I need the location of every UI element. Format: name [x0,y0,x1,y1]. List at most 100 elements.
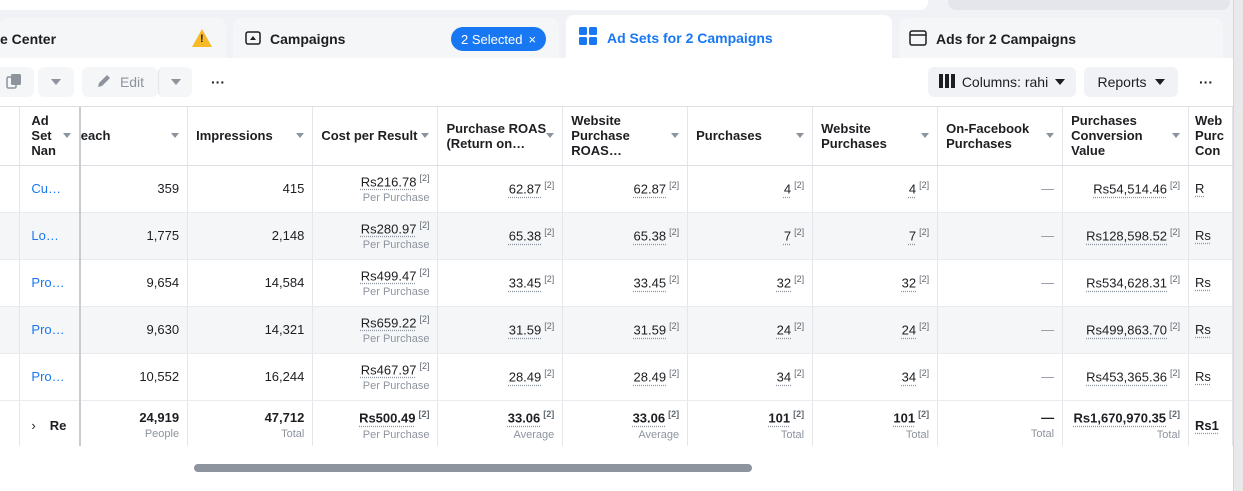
edit-dropdown-button[interactable] [158,67,192,97]
table-row[interactable]: Cu… 359 415 Rs216.78 [2] Per Purchase 62.87 [2]… [0,165,1233,213]
cell-value[interactable]: Rs [1195,228,1211,243]
sort-icon[interactable] [546,133,555,138]
footnote-marker[interactable]: [2] [794,227,804,237]
cell-value[interactable]: Rs534,628.31 [1086,276,1167,291]
cell-value[interactable]: 4 [784,182,791,197]
footnote-marker[interactable]: [2] [669,180,679,190]
footnote-marker[interactable]: [2] [543,409,554,419]
footnote-marker[interactable]: [2] [419,267,429,277]
column-header-website-conversion[interactable]: Web Purc Con [1188,107,1233,166]
cell-value[interactable]: 4 [909,182,916,197]
warning-icon[interactable]: ! [192,29,212,47]
chevron-right-icon[interactable]: › [31,418,35,433]
footnote-marker[interactable]: [2] [669,321,679,331]
row-select-cell[interactable] [0,212,21,260]
sort-icon[interactable] [921,133,930,138]
cell-value[interactable]: R [1195,181,1204,196]
cell-value[interactable]: Rs128,598.52 [1086,229,1167,244]
footnote-marker[interactable]: [2] [544,368,554,378]
footnote-marker[interactable]: [2] [669,227,679,237]
cell-value[interactable]: Rs [1195,275,1211,290]
cell-value[interactable]: 34 [777,370,791,385]
footnote-marker[interactable]: [2] [918,409,929,419]
column-header-purchases[interactable]: Purchases [687,107,814,166]
cell-value[interactable]: 28.49 [634,370,667,385]
footnote-marker[interactable]: [2] [419,220,429,230]
cell-value[interactable]: 32 [777,276,791,291]
horizontal-scrollbar[interactable] [194,464,752,472]
sort-icon[interactable] [62,133,71,138]
footnote-marker[interactable]: [2] [544,321,554,331]
cell-value[interactable]: Rs54,514.46 [1093,182,1167,197]
table-row[interactable]: Pro… 9,654 14,584 Rs499.47 [2] Per Purchase 33… [0,259,1233,307]
row-select-cell[interactable] [0,306,21,354]
footnote-marker[interactable]: [2] [669,368,679,378]
footnote-marker[interactable]: [2] [668,409,679,419]
cell-value[interactable]: 7 [909,229,916,244]
tab-account-overview[interactable]: e Center ! [0,18,226,60]
tab-campaigns[interactable]: Campaigns 2 Selected × [233,18,559,60]
footnote-marker[interactable]: [2] [544,274,554,284]
footnote-marker[interactable]: [2] [419,173,429,183]
ad-set-name-link[interactable]: Pro… [19,306,81,354]
selected-count-pill[interactable]: 2 Selected × [451,27,547,51]
cell-value[interactable]: Rs [1195,369,1211,384]
column-header-conversion-value[interactable]: Purchases Conversion Value [1062,107,1190,166]
column-header-impressions[interactable]: Impressions [187,107,314,166]
cell-value[interactable]: Rs453,365.36 [1086,370,1167,385]
footnote-marker[interactable]: [2] [919,227,929,237]
more-options-button[interactable]: ··· [1188,67,1224,97]
cell-value[interactable]: 28.49 [509,370,542,385]
footnote-marker[interactable]: [2] [669,274,679,284]
footnote-marker[interactable]: [2] [794,274,804,284]
sort-icon[interactable] [1046,133,1055,138]
column-header-on-facebook-purchases[interactable]: On-Facebook Purchases [937,107,1064,166]
row-select-cell[interactable] [0,259,21,307]
more-actions-button[interactable]: ··· [200,67,236,97]
cell-value[interactable]: Rs [1195,322,1211,337]
footnote-marker[interactable]: [2] [919,321,929,331]
cell-value[interactable]: 62.87 [509,182,542,197]
cell-value[interactable]: 31.59 [634,323,667,338]
column-header-cost-per-result[interactable]: Cost per Result [312,107,439,166]
total-value[interactable]: Rs1,670,970.35 [1074,411,1167,426]
column-header-ad-set-name[interactable]: Ad Set Nan [19,107,81,166]
footnote-marker[interactable]: [2] [794,321,804,331]
footnote-marker[interactable]: [2] [919,180,929,190]
footnote-marker[interactable]: [2] [418,409,429,419]
column-header-reach[interactable]: each [79,107,189,166]
footnote-marker[interactable]: [2] [1170,321,1180,331]
column-header-website-purchase-roas[interactable]: Website Purchase ROAS… [562,107,689,166]
total-value[interactable]: Rs500.49 [359,411,415,426]
reports-button[interactable]: Reports [1084,67,1178,97]
duplicate-button[interactable] [0,67,34,97]
footnote-marker[interactable]: [2] [1169,409,1180,419]
sort-icon[interactable] [421,133,430,138]
cell-value[interactable]: 32 [902,276,916,291]
cell-value[interactable]: Rs280.97 [361,221,417,236]
clear-selection-icon[interactable]: × [528,32,536,47]
table-row[interactable]: Pro… 9,630 14,321 Rs659.22 [2] Per Purchase 31… [0,306,1233,354]
sort-icon[interactable] [1172,133,1181,138]
vertical-scrollbar[interactable] [1233,0,1243,491]
cell-value[interactable]: Rs467.97 [361,362,417,377]
row-select-cell[interactable] [0,165,21,213]
duplicate-dropdown-button[interactable] [38,67,74,97]
cell-value[interactable]: 34 [902,370,916,385]
footnote-marker[interactable]: [2] [1170,180,1180,190]
cell-value[interactable]: Rs499,863.70 [1086,323,1167,338]
cell-value[interactable]: 24 [902,323,916,338]
cell-value[interactable]: 33.45 [634,276,667,291]
cell-value[interactable]: Rs499.47 [361,268,417,283]
ad-set-name-link[interactable]: Lo… [19,212,81,260]
tab-ads[interactable]: Ads for 2 Campaigns [899,18,1223,60]
columns-button[interactable]: Columns: rahi [928,67,1076,97]
total-value[interactable]: 33.06 [508,411,541,426]
total-value[interactable]: 101 [893,411,915,426]
cell-value[interactable]: 62.87 [634,182,667,197]
footnote-marker[interactable]: [2] [419,314,429,324]
totals-label[interactable]: › Re [19,400,81,446]
cell-value[interactable]: 24 [777,323,791,338]
table-row[interactable]: Lo… 1,775 2,148 Rs280.97 [2] Per Purchase 65.3… [0,212,1233,260]
cell-value[interactable]: Rs659.22 [361,315,417,330]
